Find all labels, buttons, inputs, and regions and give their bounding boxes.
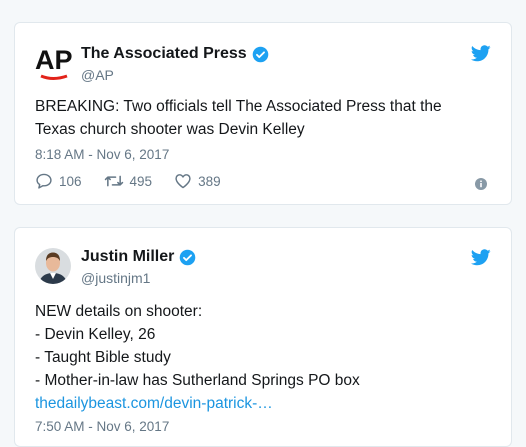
reply-count: 106 [59, 173, 82, 189]
like-count: 389 [198, 173, 221, 189]
ap-logo-icon: AP [35, 45, 73, 80]
tweet-text-line: - Devin Kelley, 26 [35, 326, 156, 343]
reply-icon [36, 173, 52, 189]
tweet-timestamp[interactable]: 8:18 AM - Nov 6, 2017 [35, 147, 169, 162]
like-button[interactable]: 389 [174, 173, 221, 189]
author-handle[interactable]: @AP [81, 67, 114, 83]
twitter-bird-icon[interactable] [471, 45, 491, 62]
svg-text:AP: AP [35, 45, 73, 75]
author-handle[interactable]: @justinjm1 [81, 270, 150, 286]
tweet-text-line: Texas church shooter was Devin Kelley [35, 121, 305, 138]
tweet-text-line: NEW details on shooter: [35, 303, 203, 320]
twitter-bird-icon[interactable] [471, 249, 491, 266]
verified-badge-icon [252, 46, 268, 62]
tweet-actions: 106 495 389 [35, 173, 243, 189]
tweet-text-line: - Taught Bible study [35, 349, 171, 366]
retweet-button[interactable]: 495 [104, 173, 153, 189]
tweet-text-line: - Mother-in-law has Sutherland Springs P… [35, 372, 360, 389]
author-name[interactable]: The Associated Press [81, 45, 247, 63]
retweet-count: 495 [129, 173, 153, 189]
info-icon[interactable] [475, 178, 487, 190]
tweet-text: BREAKING: Two officials tell The Associa… [35, 95, 491, 141]
tweet-text-line: BREAKING: Two officials tell The Associa… [35, 98, 442, 115]
author-name[interactable]: Justin Miller [81, 248, 174, 266]
tweet-link[interactable]: thedailybeast.com/devin-patrick-… [35, 392, 491, 415]
heart-icon [175, 174, 191, 189]
tweet-card-justin-miller[interactable]: Justin Miller @justinjm1 NEW details on … [14, 227, 512, 447]
reply-button[interactable]: 106 [35, 173, 82, 189]
tweet-timestamp[interactable]: 7:50 AM - Nov 6, 2017 [35, 419, 169, 434]
tweet-text: NEW details on shooter: - Devin Kelley, … [35, 300, 491, 415]
user-photo-avatar-icon[interactable] [35, 248, 71, 284]
retweet-icon [104, 175, 123, 187]
tweet-card-ap[interactable]: AP The Associated Press @AP BREAKING: Tw… [14, 22, 512, 205]
verified-badge-icon [180, 249, 196, 265]
